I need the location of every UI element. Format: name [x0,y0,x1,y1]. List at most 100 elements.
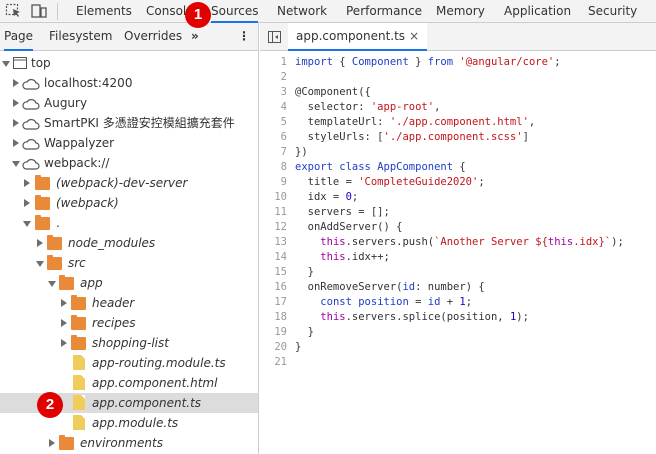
tree-item-label: shopping-list [92,336,169,350]
tree-item-node-modules[interactable]: node_modules [0,233,258,253]
tree-item-label: environments [80,436,163,450]
code-line: 3 @Component({ [260,85,656,100]
tree-item-app-module[interactable]: app.module.ts [0,413,258,433]
line-number: 20 [274,341,287,353]
cloud-icon [22,79,40,90]
tab-page[interactable]: Page [4,23,34,51]
code-text: servers = []; [295,206,390,218]
tree-item-src[interactable]: src [0,253,258,273]
line-number: 13 [274,236,287,248]
file-icon [73,415,85,430]
tree-item-webpack[interactable]: webpack:// [0,153,258,173]
tree-item-augury[interactable]: Augury [0,93,258,113]
line-number: 19 [274,326,287,338]
chevron-right-icon[interactable] [49,439,55,447]
chevron-right-icon[interactable] [13,139,19,147]
tree-item-label: top [31,56,51,70]
code-text: idx = 0; [295,191,359,203]
code-line: 9 title = 'CompleteGuide2020'; [260,175,656,190]
code-text: onRemoveServer(id: number) { [295,281,485,293]
cloud-icon [22,139,40,150]
annotation-badge-2: 2 [37,392,63,418]
chevron-down-icon[interactable] [12,161,20,167]
tree-item-label: app [80,276,103,290]
tree-item-top[interactable]: top [0,53,258,73]
tree-item-recipes[interactable]: recipes [0,313,258,333]
code-line: 10 idx = 0; [260,190,656,205]
toggle-navigator-icon[interactable] [268,31,281,43]
frame-icon [13,57,27,69]
tab-sources[interactable]: Sources [211,0,259,23]
folder-icon [59,275,74,290]
code-text: styleUrls: ['./app.component.scss'] [295,131,529,143]
code-line: 4 selector: 'app-root', [260,100,656,115]
inspect-element-icon[interactable] [5,3,23,19]
tab-application[interactable]: Application [504,0,571,23]
line-number: 7 [280,146,287,158]
chevron-right-icon[interactable] [37,239,43,247]
close-icon[interactable]: × [409,29,419,43]
chevron-right-icon[interactable] [61,299,67,307]
code-text: this.idx++; [320,251,390,263]
folder-icon [47,255,62,270]
folder-icon [71,295,86,310]
chevron-right-icon[interactable] [13,99,19,107]
code-text: this.servers.push(`Another Server ${this… [320,236,624,248]
tab-filesystem[interactable]: Filesystem [49,23,112,51]
tab-elements[interactable]: Elements [76,0,132,23]
code-text: @Component({ [295,86,371,98]
tab-security[interactable]: Security [588,0,637,23]
editor-tab-app-component-ts[interactable]: app.component.ts × [288,23,428,51]
folder-icon [59,435,74,450]
kebab-menu-icon[interactable]: ⋮ [238,23,250,51]
tree-item-localhost[interactable]: localhost:4200 [0,73,258,93]
tree-item-header[interactable]: header [0,293,258,313]
line-number: 1 [280,56,287,68]
code-line: 18 this.servers.splice(position, 1); [260,310,656,325]
code-line: 7}) [260,145,656,160]
line-number: 10 [274,191,287,203]
chevron-down-icon[interactable] [2,61,10,67]
tree-item-app-routing-module[interactable]: app-routing.module.ts [0,353,258,373]
chevron-right-icon[interactable] [13,119,19,127]
tree-item-environments[interactable]: environments [0,433,258,453]
tree-item-dot[interactable]: . [0,213,258,233]
file-icon [73,375,85,390]
code-line: 6 styleUrls: ['./app.component.scss'] [260,130,656,145]
line-number: 2 [280,71,287,83]
tab-memory[interactable]: Memory [436,0,485,23]
file-icon [73,395,85,410]
chevron-right-icon[interactable] [13,79,19,87]
line-number: 17 [274,296,287,308]
chevron-right-icon[interactable] [24,179,30,187]
line-number: 9 [280,176,287,188]
folder-icon [35,195,50,210]
chevron-down-icon[interactable] [36,261,44,267]
tree-item-shopping-list[interactable]: shopping-list [0,333,258,353]
line-number: 3 [280,86,287,98]
code-line: 5 templateUrl: './app.component.html', [260,115,656,130]
tab-network[interactable]: Network [277,0,327,23]
chevron-right-icon[interactable] [61,339,67,347]
tree-item-app[interactable]: app [0,273,258,293]
chevron-right-icon[interactable] [24,199,30,207]
line-number: 8 [280,161,287,173]
tree-item-wappalyzer[interactable]: Wappalyzer [0,133,258,153]
code-text: } [295,266,314,278]
device-toolbar-icon[interactable] [30,3,48,19]
tree-item-app-component-html[interactable]: app.component.html [0,373,258,393]
cloud-icon [22,159,40,170]
chevron-down-icon[interactable] [23,221,31,227]
tree-item-smartpki[interactable]: SmartPKI 多憑證安控模組擴充套件 [0,113,258,133]
tree-item-webpack-dev-server[interactable]: (webpack)-dev-server [0,173,258,193]
tab-performance[interactable]: Performance [346,0,422,23]
code-text: }) [295,146,308,158]
chevron-down-icon[interactable] [48,281,56,287]
tree-item-webpack-internal[interactable]: (webpack) [0,193,258,213]
chevron-right-icon[interactable] [61,319,67,327]
tab-overrides[interactable]: Overrides [124,23,182,51]
code-text: import { Component } from '@angular/core… [295,56,561,68]
folder-icon [71,335,86,350]
line-number: 15 [274,266,287,278]
tree-item-label: app.component.ts [92,396,202,410]
